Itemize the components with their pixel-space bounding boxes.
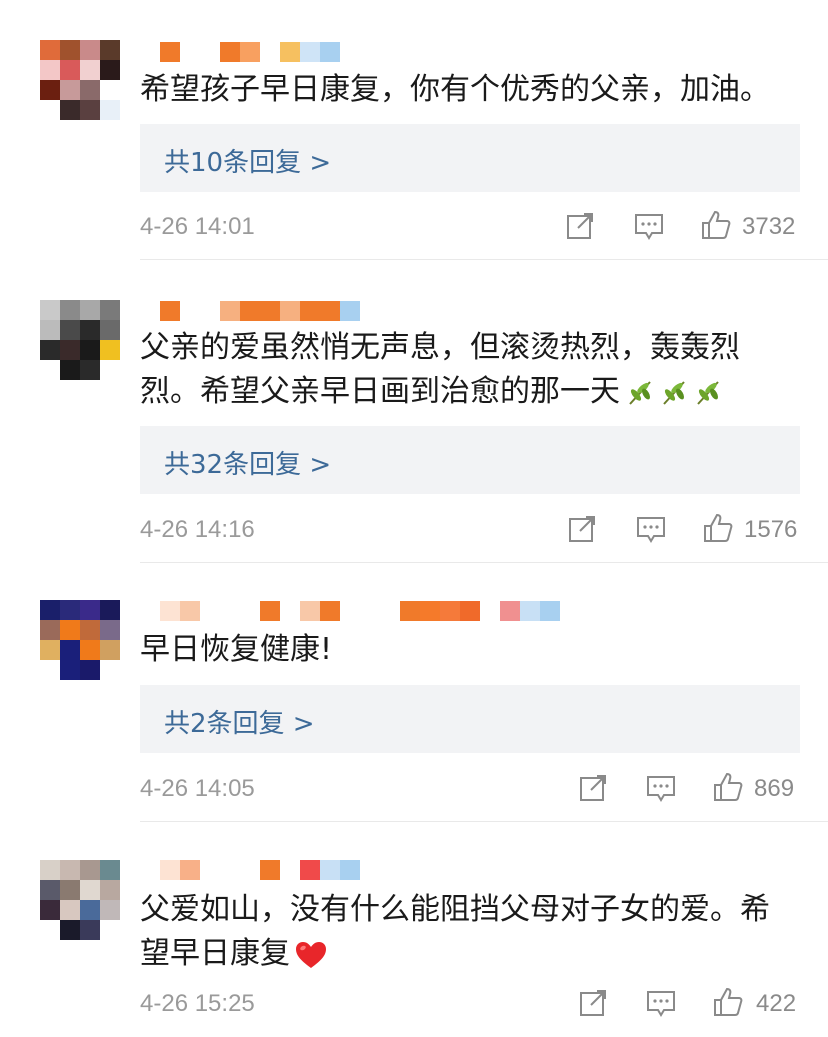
olive-branch-icon: [663, 380, 685, 405]
avatar[interactable]: [40, 600, 120, 680]
replies-link[interactable]: 共10条回复 >: [164, 142, 331, 179]
comment-text-content: 希望孩子早日康复，你有个优秀的父亲，加油。: [140, 72, 770, 107]
replies-link[interactable]: 共32条回复 >: [164, 444, 331, 481]
thumbs-up-icon[interactable]: [712, 986, 744, 1018]
avatar[interactable]: [40, 40, 120, 120]
olive-branch-icon: [697, 380, 719, 405]
comment-text-content: 早日恢复健康!: [140, 632, 333, 667]
comment-text: 早日恢复健康!: [140, 628, 810, 672]
thumbs-up-icon[interactable]: [700, 209, 732, 241]
thumbs-up-icon[interactable]: [702, 512, 734, 544]
olive-branch-icon: [629, 380, 651, 405]
like-count: 3732: [742, 213, 796, 240]
red-heart-icon: [296, 941, 326, 968]
comment-time: 4-26 14:16: [140, 516, 255, 543]
divider: [140, 562, 828, 563]
comment-time: 4-26 14:01: [140, 213, 255, 240]
like-count: 422: [756, 990, 797, 1017]
avatar[interactable]: [40, 300, 120, 380]
username-blurred[interactable]: [140, 301, 380, 321]
divider: [140, 259, 828, 260]
like-count: 1576: [744, 516, 798, 543]
like-count: 869: [754, 775, 795, 802]
avatar[interactable]: [40, 860, 120, 940]
comment-text: 父亲的爱虽然悄无声息，但滚烫热烈，轰轰烈烈。希望父亲早日画到治愈的那一天: [140, 326, 780, 414]
replies-box[interactable]: 共10条回复 >: [140, 124, 800, 192]
share-icon[interactable]: [565, 211, 595, 241]
share-icon[interactable]: [567, 514, 597, 544]
username-blurred[interactable]: [140, 860, 380, 880]
replies-link[interactable]: 共2条回复 >: [164, 703, 315, 740]
comment-icon[interactable]: [646, 773, 676, 803]
comment-text: 父爱如山，没有什么能阻挡父母对子女的爱。希望早日康复: [140, 888, 790, 976]
comment-text-content: 父爱如山，没有什么能阻挡父母对子女的爱。希望早日康复: [140, 892, 770, 971]
comment-text: 希望孩子早日康复，你有个优秀的父亲，加油。: [140, 68, 810, 112]
thumbs-up-icon[interactable]: [712, 771, 744, 803]
username-blurred[interactable]: [140, 42, 360, 62]
comment-icon[interactable]: [646, 988, 676, 1018]
divider: [140, 821, 828, 822]
replies-box[interactable]: 共32条回复 >: [140, 426, 800, 494]
comment-time: 4-26 14:05: [140, 775, 255, 802]
comment-icon[interactable]: [636, 514, 666, 544]
replies-box[interactable]: 共2条回复 >: [140, 685, 800, 753]
comment-time: 4-26 15:25: [140, 990, 255, 1017]
comment-icon[interactable]: [634, 211, 664, 241]
share-icon[interactable]: [578, 773, 608, 803]
share-icon[interactable]: [578, 988, 608, 1018]
username-blurred[interactable]: [140, 601, 580, 621]
